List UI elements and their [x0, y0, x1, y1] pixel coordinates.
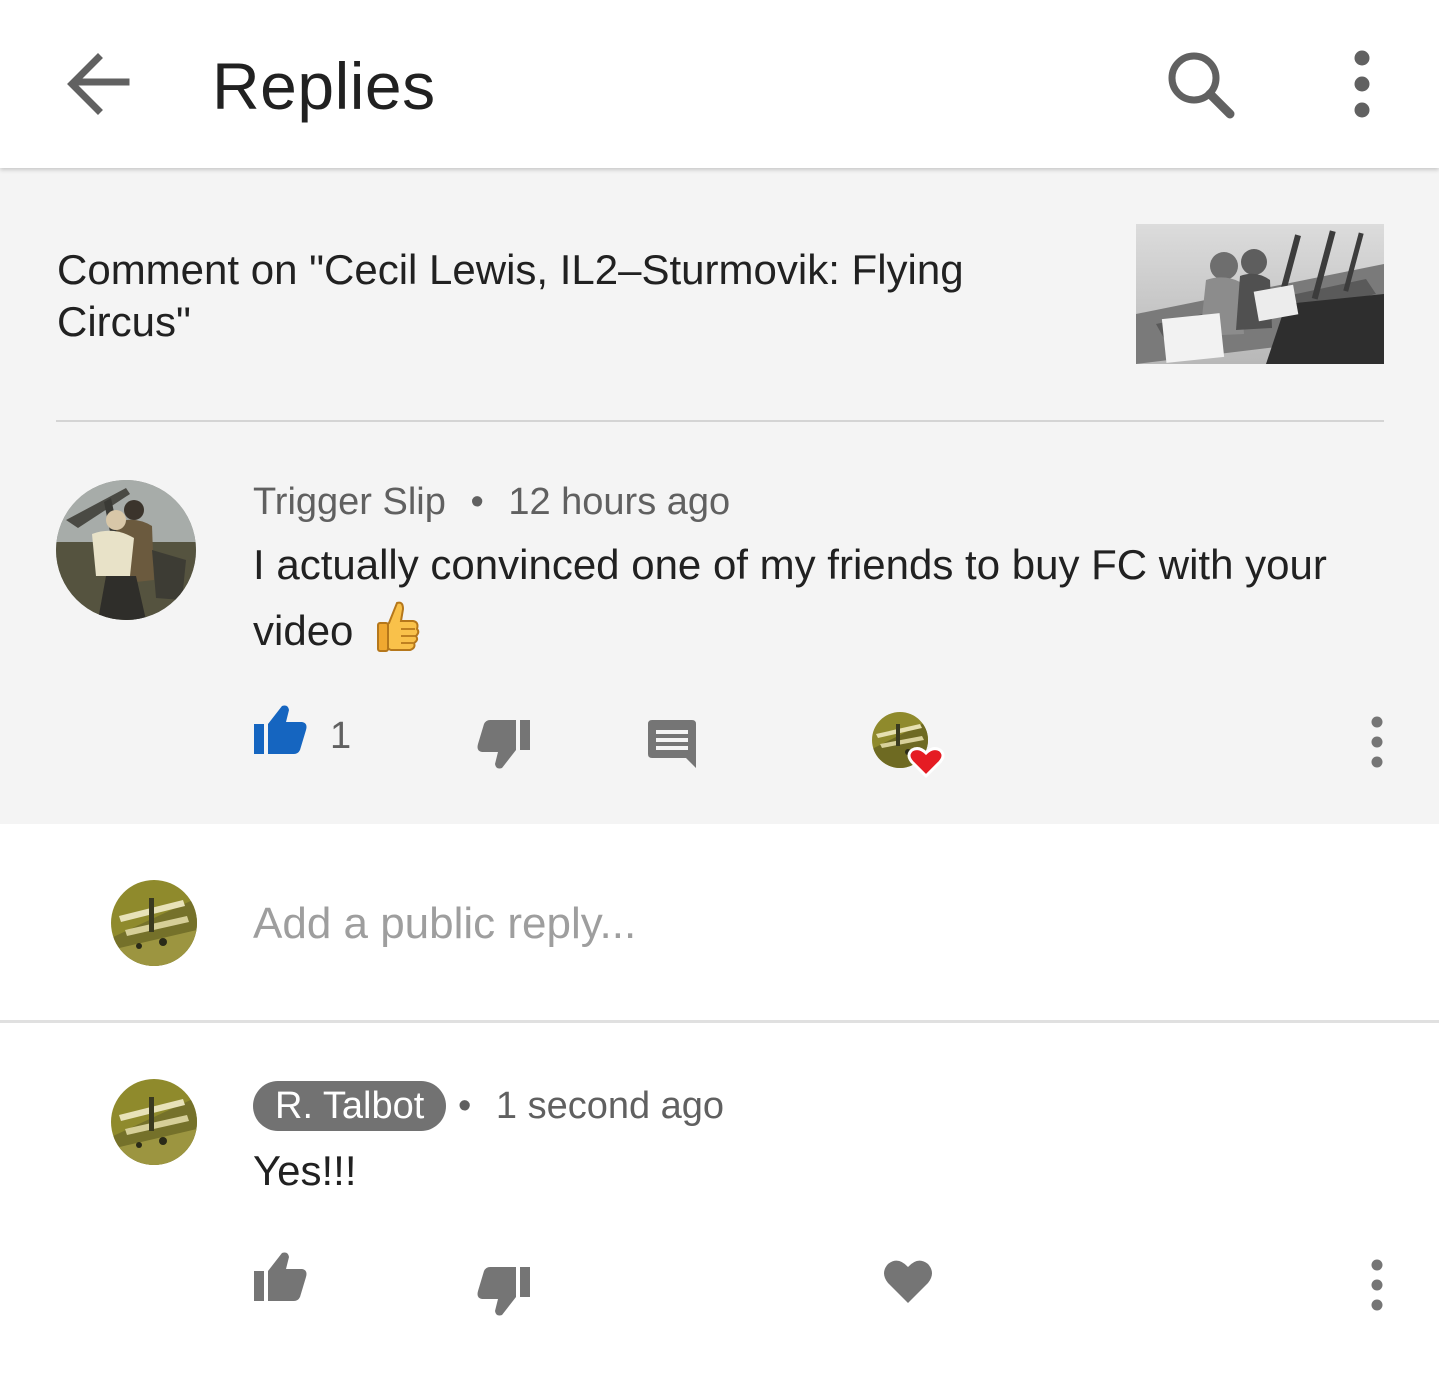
app-bar: Replies — [0, 0, 1439, 168]
reply-timestamp: 1 second ago — [495, 1085, 725, 1127]
avatar-image — [56, 480, 196, 620]
like-count: 1 — [330, 715, 352, 757]
meta-separator: • — [458, 1085, 472, 1127]
dislike-button[interactable] — [476, 716, 532, 772]
my-avatar-image — [111, 880, 197, 966]
heart-button[interactable] — [882, 1257, 934, 1305]
comment-options-button[interactable] — [1364, 714, 1390, 770]
heart-icon — [884, 1260, 932, 1303]
more-options-button[interactable] — [1338, 44, 1386, 128]
reply-comment: R. Talbot • 1 second ago Yes!!! — [0, 1023, 1439, 1386]
avatar[interactable] — [111, 1079, 197, 1165]
arrow-back-icon — [67, 53, 130, 115]
more-vert-icon — [1371, 1259, 1383, 1311]
video-context-title[interactable]: Comment on "Cecil Lewis, IL2–Sturmovik: … — [57, 244, 1057, 348]
thumbs-down-icon — [477, 1267, 530, 1316]
like-button[interactable] — [252, 1249, 308, 1305]
meta-separator: • — [470, 481, 484, 523]
my-avatar — [111, 880, 197, 966]
comment-meta: Trigger Slip • 12 hours ago — [253, 478, 730, 526]
thumbs-up-icon — [254, 705, 307, 754]
video-thumbnail-image — [1136, 224, 1384, 364]
creator-heart-badge — [870, 710, 950, 780]
search-icon — [1168, 52, 1235, 119]
replies-page: Replies Comment on "Cecil Lewis, IL2–Stu… — [0, 0, 1439, 1386]
comment-icon — [648, 720, 696, 768]
thumbs-down-icon — [477, 720, 530, 769]
thumbs-up-emoji-icon — [377, 601, 420, 652]
avatar[interactable] — [56, 480, 196, 620]
avatar-image — [111, 1079, 197, 1165]
reply-input[interactable]: Add a public reply... — [253, 894, 1353, 954]
comment-body: I actually convinced one of my friends t… — [253, 532, 1403, 664]
divider — [56, 420, 1384, 422]
reply-text: Yes!!! — [253, 1147, 357, 1194]
comment-timestamp: 12 hours ago — [508, 481, 731, 523]
creator-avatar-with-heart-icon — [872, 712, 945, 779]
back-button[interactable] — [58, 44, 138, 124]
video-thumbnail[interactable] — [1136, 224, 1384, 364]
reply-options-button[interactable] — [1364, 1257, 1390, 1313]
comment-author[interactable]: Trigger Slip — [253, 481, 446, 523]
thumbs-up-icon — [254, 1252, 307, 1301]
more-vert-icon — [1354, 50, 1370, 118]
reply-button[interactable] — [646, 718, 698, 770]
parent-comment: Comment on "Cecil Lewis, IL2–Sturmovik: … — [0, 168, 1439, 824]
page-title: Replies — [212, 49, 436, 123]
search-button[interactable] — [1160, 44, 1244, 128]
dislike-button[interactable] — [476, 1263, 532, 1319]
reply-author-badge[interactable]: R. Talbot — [253, 1081, 447, 1131]
reply-meta: • 1 second ago — [458, 1081, 724, 1131]
more-vert-icon — [1371, 716, 1383, 768]
like-button[interactable] — [252, 702, 308, 758]
add-reply-row: Add a public reply... — [0, 824, 1439, 1020]
